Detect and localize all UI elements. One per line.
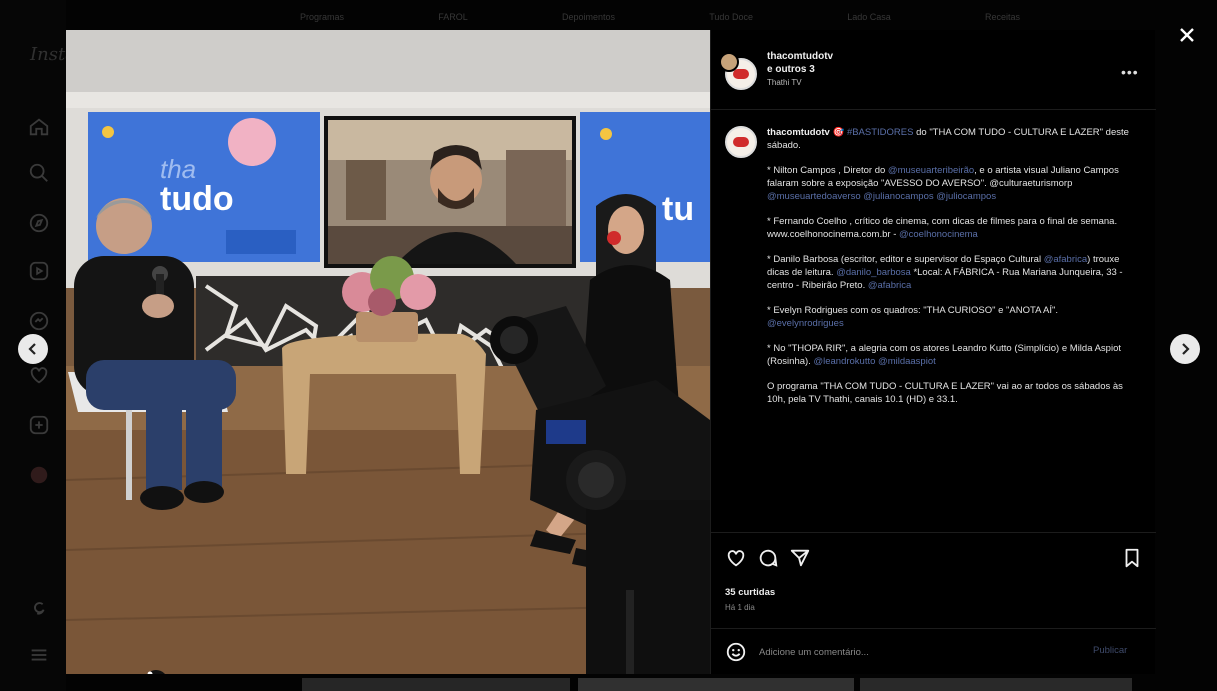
caption-mention[interactable]: @museuartedoaverso [767, 191, 861, 202]
more-options-button[interactable]: ••• [1121, 64, 1139, 80]
caption-username[interactable]: thacomtudotv [767, 127, 830, 138]
caption-emoji: 🎯 [832, 127, 845, 138]
post-side-panel: thacomtudotv e outros 3 Thathi TV ••• th… [710, 30, 1156, 674]
emoji-icon [726, 642, 746, 662]
comment-icon [759, 549, 778, 567]
search-icon[interactable] [26, 160, 52, 186]
background-thumbnail [302, 678, 570, 691]
likes-count[interactable]: 35 curtidas [725, 587, 775, 598]
background-thumbnail [578, 678, 854, 691]
explore-icon[interactable] [26, 210, 52, 236]
post-header-text: thacomtudotv e outros 3 Thathi TV [767, 50, 833, 89]
create-icon[interactable] [26, 412, 52, 438]
screen-text-big: tudo [160, 180, 234, 218]
bg-nav-item: Tudo Doce [709, 12, 753, 22]
caption-mention[interactable]: @mildaaspiot [878, 356, 936, 367]
coauthor-avatar[interactable] [719, 52, 739, 72]
bg-nav-item: Programas [300, 12, 345, 22]
bg-nav-item: Lado Casa [847, 12, 891, 22]
caption-text-segment: * Nilton Campos , Diretor do [767, 165, 888, 176]
caption-mention[interactable]: @afabrica [1044, 254, 1087, 265]
save-button[interactable] [1121, 547, 1143, 569]
post-photo[interactable]: tha tudo tu [66, 30, 710, 674]
caption-hashtag[interactable]: #BASTIDORES [847, 127, 914, 138]
profile-icon[interactable] [26, 462, 52, 488]
close-button[interactable] [1174, 22, 1200, 48]
emoji-button[interactable] [725, 641, 747, 663]
post-actions: 35 curtidas Há 1 dia [711, 532, 1156, 628]
caption-text-segment: * Danilo Barbosa (escritor, editor e sup… [767, 254, 1044, 265]
comment-input[interactable] [759, 641, 1059, 663]
reels-icon[interactable] [26, 258, 52, 284]
close-icon [1180, 28, 1194, 42]
post-header: thacomtudotv e outros 3 Thathi TV ••• [711, 30, 1156, 110]
author-username[interactable]: thacomtudotv [767, 50, 833, 63]
post-subtitle: Thathi TV [767, 78, 802, 87]
heart-icon [727, 550, 745, 567]
comment-bar: Publicar [711, 628, 1156, 674]
caption-mention[interactable]: @leandrokutto [813, 356, 875, 367]
caption-mention[interactable]: @julianocampos @juliocampos [863, 191, 996, 202]
caption-mention[interactable]: @museuarteribeirão [888, 165, 974, 176]
bg-nav-item: FAROL [438, 12, 468, 22]
caption-section: thacomtudotv 🎯 #BASTIDORES do "THA COM T… [711, 110, 1156, 532]
previous-post-button[interactable] [18, 334, 48, 364]
chevron-left-icon [28, 343, 36, 355]
coauthors-link[interactable]: e outros 3 [767, 63, 833, 76]
bookmark-icon [1125, 548, 1139, 568]
caption-avatar[interactable] [725, 126, 757, 158]
caption-text-segment: * Evelyn Rodrigues com os quadros: "THA … [767, 305, 1059, 316]
menu-icon[interactable] [26, 642, 52, 668]
caption-mention[interactable]: @evelynrodrigues [767, 318, 844, 329]
bg-nav-item: Receitas [984, 12, 1020, 22]
background-thumbnail [860, 678, 1132, 691]
caption-text-segment: O programa "THA COM TUDO - CULTURA E LAZ… [767, 381, 1123, 405]
caption-mention[interactable]: @danilo_barbosa [836, 267, 911, 278]
caption-mention[interactable]: @afabrica [868, 280, 911, 291]
threads-icon[interactable] [26, 594, 52, 620]
screen-text-right: tu [662, 190, 694, 228]
home-icon[interactable] [26, 114, 52, 140]
more-icon: ••• [1121, 64, 1139, 80]
share-button[interactable] [789, 547, 811, 569]
publish-button[interactable]: Publicar [1093, 645, 1127, 656]
like-button[interactable] [725, 547, 747, 569]
messages-icon[interactable] [26, 308, 52, 334]
comment-button[interactable] [757, 547, 779, 569]
next-post-button[interactable] [1170, 334, 1200, 364]
share-icon [790, 549, 810, 567]
chevron-right-icon [1182, 343, 1190, 355]
caption-text: thacomtudotv 🎯 #BASTIDORES do "THA COM T… [767, 126, 1137, 418]
post-time[interactable]: Há 1 dia [725, 603, 755, 612]
caption-mention[interactable]: @coelhonocinema [899, 229, 978, 240]
notifications-icon[interactable] [26, 362, 52, 388]
user-tag-icon [147, 671, 153, 674]
bg-nav-item: Depoimentos [562, 12, 616, 22]
background-nav: Programas FAROL Depoimentos Tudo Doce La… [300, 12, 1020, 30]
